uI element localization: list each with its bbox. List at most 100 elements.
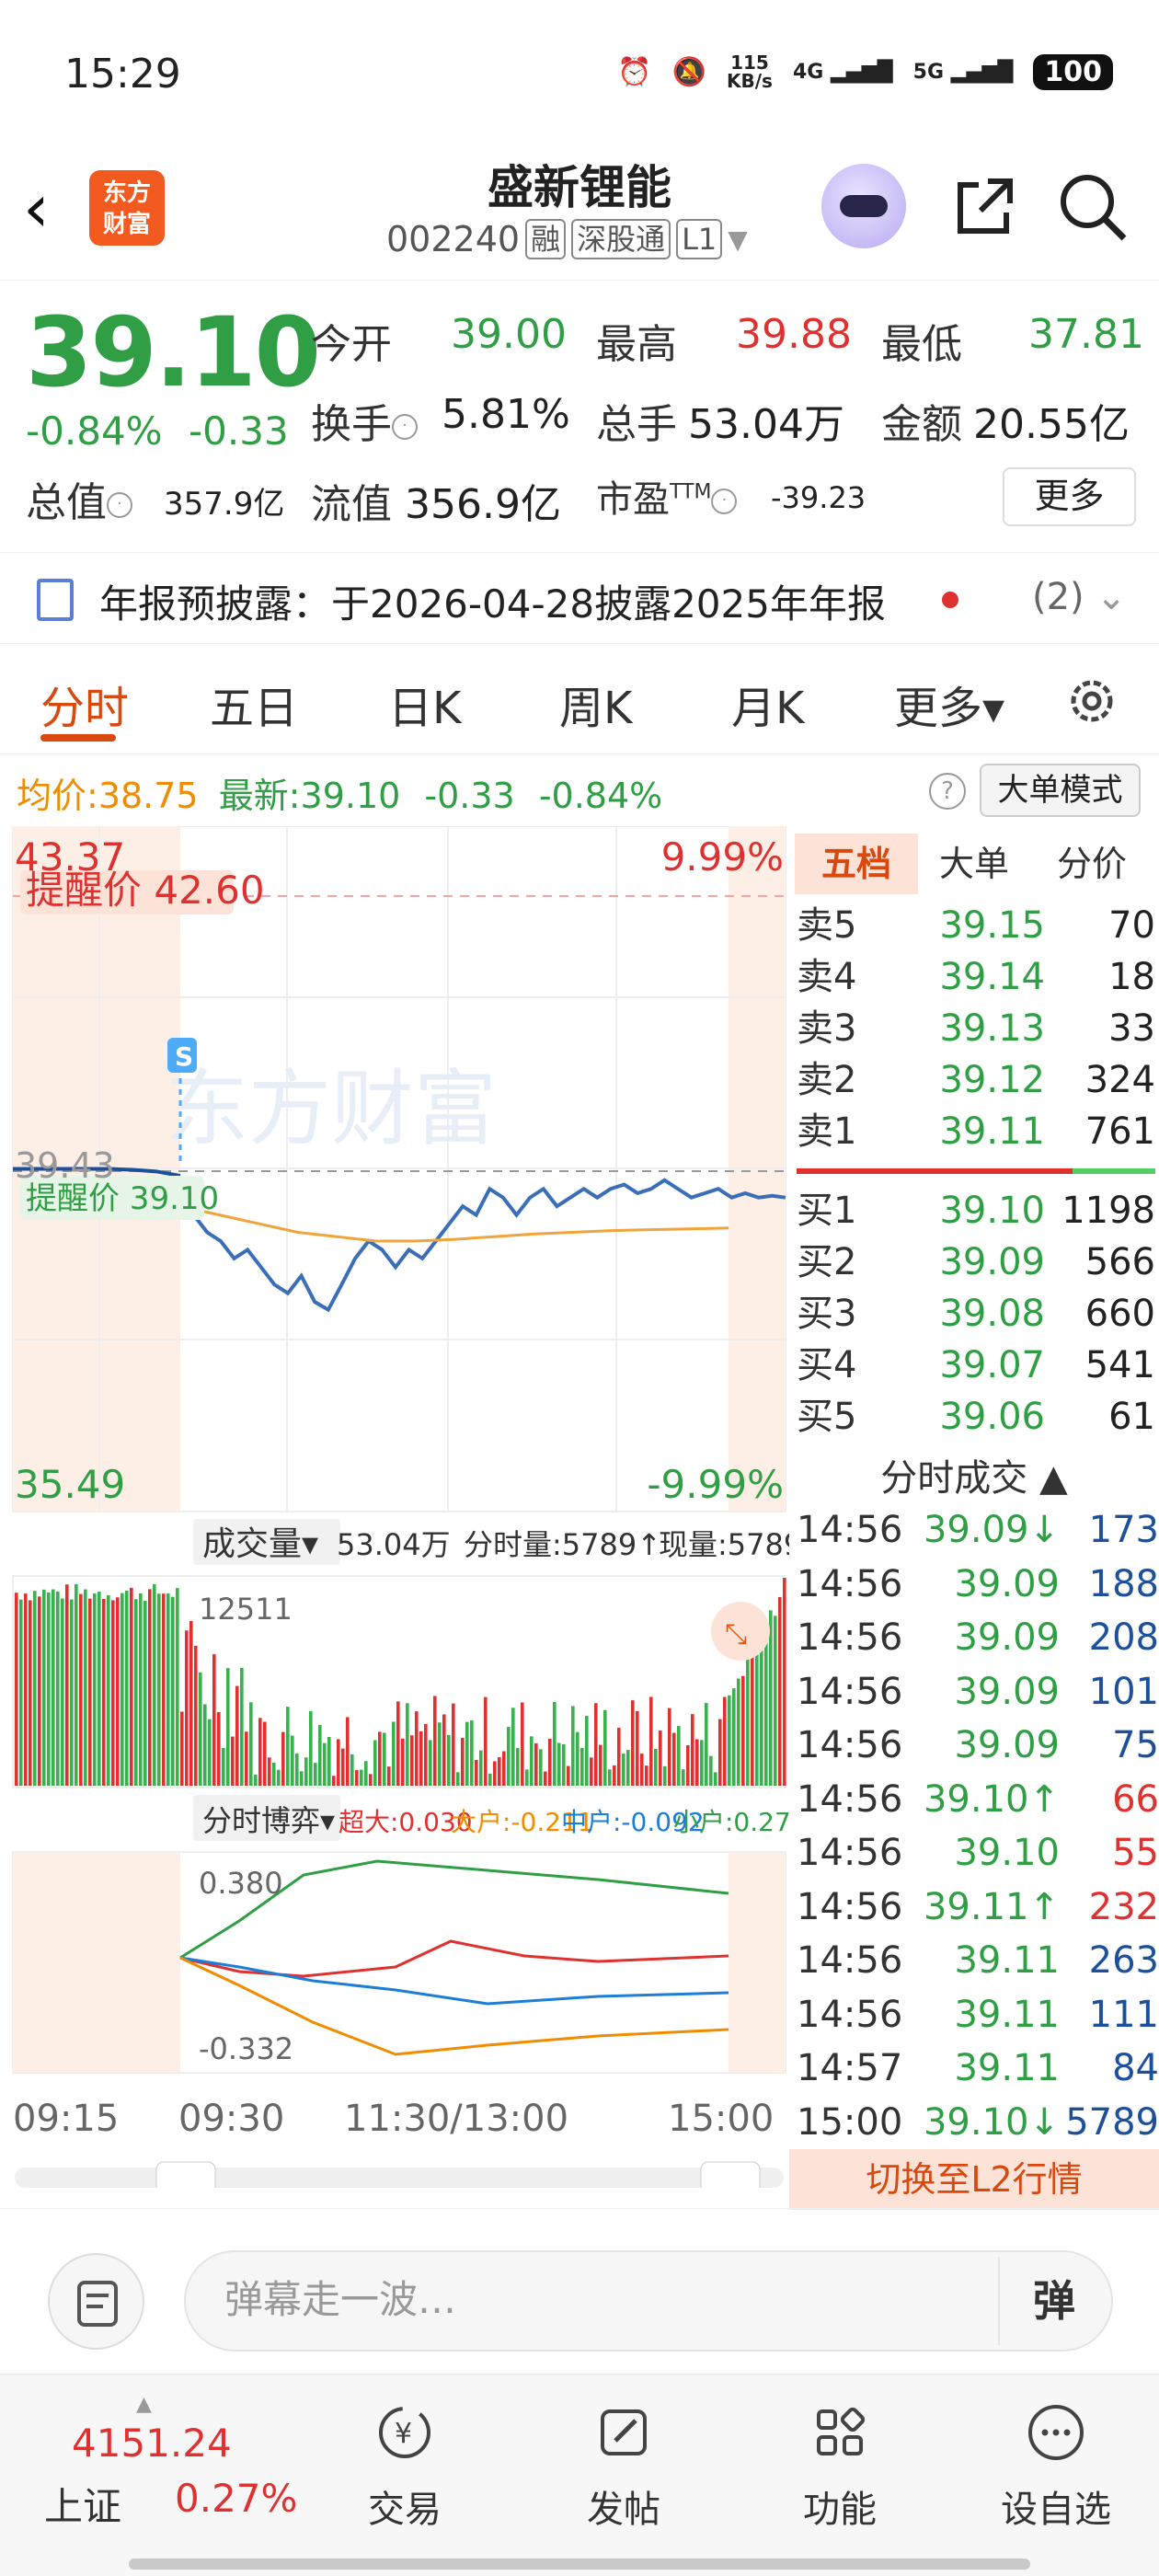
- volume-bar: [84, 1589, 87, 1786]
- info-icon[interactable]: ·: [107, 492, 132, 518]
- pe-value: -39.23: [771, 480, 866, 515]
- tab-monthly-k[interactable]: 月K: [731, 672, 804, 736]
- last-price: 39.10: [26, 296, 321, 408]
- volume-bar: [714, 1772, 717, 1786]
- tab-more[interactable]: 更多▾: [894, 672, 1004, 736]
- volume-bar: [456, 1772, 460, 1786]
- margin-tag: 融: [525, 219, 567, 259]
- search-icon[interactable]: [1056, 170, 1130, 244]
- volume-bar: [475, 1759, 478, 1786]
- ask-row[interactable]: 卖4 39.14 18: [797, 951, 1155, 1003]
- volume-bar: [700, 1740, 704, 1786]
- tab-five-levels[interactable]: 五档: [795, 834, 918, 894]
- tab-weekly-k[interactable]: 周K: [559, 672, 632, 736]
- notice-bar[interactable]: 年报预披露：于2026-04-28披露2025年年报 (2) ⌄: [0, 552, 1159, 644]
- volume-bar: [659, 1730, 662, 1786]
- volume-bar: [125, 1590, 129, 1786]
- intraday-chart[interactable]: 东方财富 S 提醒价 42.60 提醒价 39.10 43.37 39.43 3…: [9, 826, 789, 2188]
- caret-down-icon[interactable]: ▼: [728, 224, 748, 255]
- tab-daily-k[interactable]: 日K: [388, 672, 461, 736]
- share-icon[interactable]: [947, 170, 1021, 244]
- ask-row[interactable]: 卖1 39.11 761: [797, 1106, 1155, 1157]
- ask-row[interactable]: 卖2 39.12 324: [797, 1054, 1155, 1106]
- info-icon[interactable]: ·: [711, 489, 738, 514]
- volume-bar: [309, 1710, 313, 1786]
- tab-5day[interactable]: 五日: [210, 672, 298, 736]
- level-volume: 324: [1084, 1059, 1155, 1101]
- ai-assistant-icon[interactable]: [821, 164, 906, 248]
- volume-bar: [613, 1765, 616, 1786]
- time-range-slider[interactable]: [15, 2168, 784, 2188]
- bid-row[interactable]: 买4 39.07 541: [797, 1340, 1155, 1391]
- volume-bar: [304, 1757, 308, 1786]
- volume-bar: [562, 1743, 566, 1786]
- trade-volume: 188: [1088, 1562, 1159, 1605]
- level-tag[interactable]: L1: [676, 219, 723, 259]
- info-icon[interactable]: ·: [392, 414, 418, 440]
- level-price: 39.14: [939, 956, 1045, 998]
- trade-time: 14:57: [797, 2047, 903, 2089]
- level-price: 39.06: [939, 1396, 1045, 1438]
- volume-bar: [15, 1593, 18, 1786]
- volume-bar: [272, 1762, 276, 1786]
- bid-row[interactable]: 买1 39.10 1198: [797, 1185, 1155, 1236]
- volume-bar: [488, 1773, 492, 1786]
- ask-row[interactable]: 卖3 39.13 33: [797, 1003, 1155, 1054]
- game-label: 分时博弈▾: [202, 1803, 335, 1838]
- tab-intraday[interactable]: 分时: [40, 672, 129, 736]
- trade-volume: 208: [1088, 1616, 1159, 1659]
- volume-bar: [346, 1717, 350, 1786]
- volume-bar: [378, 1731, 382, 1786]
- status-icons: ⏰ 🔕 115 KB/s 4G ▂▄▆█ 5G ▂▄▆█ 100: [617, 53, 1113, 90]
- bid-row[interactable]: 买3 39.08 660: [797, 1288, 1155, 1340]
- volume-bar: [465, 1721, 469, 1786]
- volume-bar: [557, 1742, 561, 1786]
- big-order-mode-button[interactable]: 大单模式: [980, 764, 1141, 817]
- high-label: 最高: [596, 321, 677, 368]
- bid-row[interactable]: 买2 39.09 566: [797, 1236, 1155, 1288]
- help-icon[interactable]: ?: [929, 773, 966, 810]
- volume-bar: [603, 1709, 607, 1786]
- volume-value: 53.04万: [688, 401, 844, 448]
- volume-bar: [245, 1731, 248, 1786]
- tab-big-orders[interactable]: 大单: [912, 834, 1036, 894]
- status-bar: 15:29 ⏰ 🔕 115 KB/s 4G ▂▄▆█ 5G ▂▄▆█ 100: [0, 0, 1159, 147]
- trade-time: 14:56: [797, 1832, 903, 1874]
- level-volume: 660: [1084, 1293, 1155, 1335]
- nav-add-watchlist[interactable]: 设自选: [992, 2402, 1120, 2533]
- index-pct[interactable]: 0.27%: [175, 2476, 297, 2521]
- volume-bar: [686, 1745, 690, 1786]
- volume-bar: [199, 1672, 202, 1786]
- index-name[interactable]: 上证: [44, 2476, 121, 2532]
- trade-price: 39.11: [954, 2047, 1060, 2089]
- volume-bar: [484, 1696, 488, 1786]
- bid-row[interactable]: 买5 39.06 61: [797, 1391, 1155, 1443]
- level-volume: 61: [1108, 1396, 1155, 1438]
- chart-tabs: 分时 五日 日K 周K 月K 更多▾: [0, 653, 1159, 754]
- note-settings-icon[interactable]: [48, 2253, 144, 2350]
- danmu-input[interactable]: 弹幕走一波…: [184, 2250, 1113, 2352]
- game-item-3: 小户:0.273: [673, 1807, 789, 1837]
- switch-l2-button[interactable]: 切换至L2行情: [789, 2149, 1159, 2210]
- volume-bar: [387, 1766, 391, 1786]
- nav-functions[interactable]: 功能: [775, 2402, 904, 2533]
- volume-bar: [203, 1704, 207, 1786]
- nav-trade[interactable]: ¥ 交易: [340, 2402, 469, 2533]
- ask-row[interactable]: 卖5 39.15 70: [797, 900, 1155, 951]
- volume-bar: [760, 1645, 763, 1786]
- range-handle-left[interactable]: [155, 2161, 216, 2188]
- volume-bar: [323, 1742, 327, 1786]
- danmu-toggle-button[interactable]: 弹: [998, 2257, 1108, 2345]
- tab-price-dist[interactable]: 分价: [1030, 834, 1153, 894]
- volume-bar: [369, 1774, 373, 1786]
- range-handle-right[interactable]: [700, 2161, 761, 2188]
- level-label: 卖3: [797, 1007, 857, 1050]
- nav-post[interactable]: 发帖: [559, 2402, 688, 2533]
- trade-list-header[interactable]: 分时成交 ▲: [789, 1448, 1159, 1501]
- level-label: 卖2: [797, 1059, 857, 1101]
- volume-bar: [410, 1735, 414, 1786]
- trade-row: 14:56 39.09↓ 173: [797, 1503, 1159, 1557]
- index-value[interactable]: 4151.24: [72, 2421, 232, 2466]
- settings-gear-icon[interactable]: [1062, 672, 1121, 730]
- more-button[interactable]: 更多: [1003, 467, 1136, 526]
